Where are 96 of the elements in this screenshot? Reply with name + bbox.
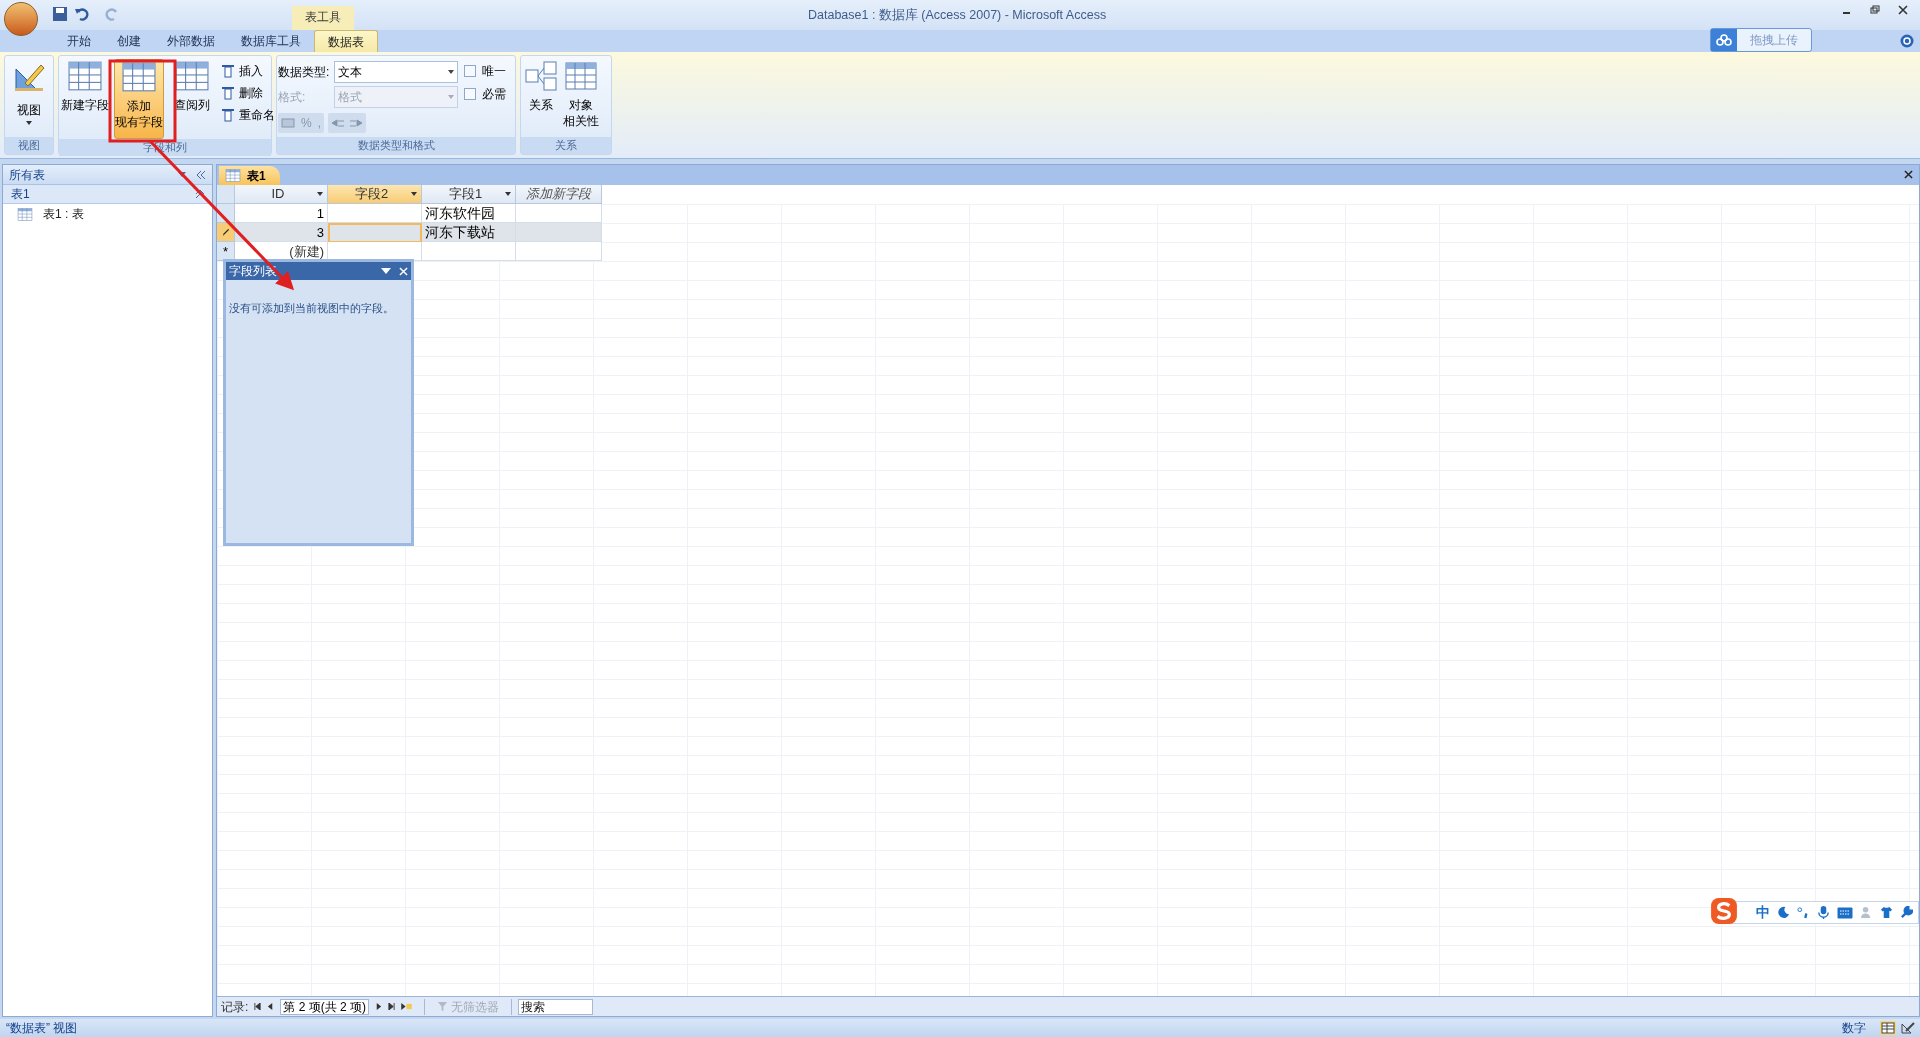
collapse-icon[interactable]: [196, 170, 206, 179]
shirt-icon[interactable]: [1880, 906, 1893, 919]
button-label: 添加: [126, 98, 152, 114]
currency-icon: [281, 117, 295, 129]
column-icon: [221, 86, 235, 100]
caret-icon: [26, 121, 32, 125]
ribbon-large-button[interactable]: 添加 现有字段: [114, 59, 164, 139]
button-label: 新建字段: [61, 97, 109, 113]
ime-mode[interactable]: 中: [1756, 902, 1770, 923]
dropdown-caret-icon[interactable]: [381, 268, 391, 274]
button-label: 关系: [529, 97, 553, 113]
group-label: 视图: [5, 137, 53, 154]
data-type-label: 数据类型:: [278, 64, 331, 81]
next-record-icon[interactable]: [375, 1003, 383, 1010]
context-tab-group: 表工具: [292, 6, 354, 30]
ribbon-large-button[interactable]: 关系: [522, 59, 560, 113]
save-icon[interactable]: [52, 6, 68, 22]
column-header[interactable]: 字段1: [422, 185, 516, 204]
ime-logo-icon[interactable]: [1710, 897, 1738, 925]
close-icon[interactable]: [1898, 5, 1908, 15]
ribbon-large-button[interactable]: 对象 相关性: [560, 59, 602, 129]
office-button[interactable]: [4, 2, 38, 36]
datasheet-view-icon[interactable]: [1880, 1021, 1896, 1035]
dropdown-caret-icon: [448, 95, 454, 99]
punctuation-icon[interactable]: [1797, 906, 1810, 919]
close-icon[interactable]: [1904, 170, 1913, 179]
status-text: “数据表” 视图: [6, 1020, 79, 1037]
table-link-icon: [565, 61, 597, 91]
dropdown-caret-icon: [448, 70, 454, 74]
column-header[interactable]: 字段2: [328, 185, 422, 204]
cloud-icon: [1716, 34, 1732, 46]
button-label: 现有字段: [115, 114, 163, 130]
previous-record-icon[interactable]: [267, 1003, 275, 1010]
help-icon[interactable]: [1900, 34, 1914, 48]
empty-message: 没有可添加到当前视图中的字段。: [228, 301, 395, 316]
relationships-icon: [525, 61, 557, 91]
record-position-field[interactable]: 第 2 项(共 2 项): [280, 998, 370, 1015]
ribbon-small-button[interactable]: 插入: [221, 61, 275, 81]
ribbon-tab[interactable]: 创建: [104, 30, 154, 52]
microphone-icon[interactable]: [1817, 905, 1830, 920]
checkbox-label: 唯一: [482, 63, 506, 80]
ribbon-small-button[interactable]: 重命名: [221, 105, 275, 125]
button-label: 相关性: [563, 113, 599, 129]
dropdown-caret-icon[interactable]: [411, 192, 417, 196]
dropdown-caret-icon[interactable]: [317, 192, 323, 196]
pane-title: 所有表: [9, 166, 46, 184]
last-record-icon[interactable]: [388, 1003, 396, 1010]
row-selector[interactable]: [217, 223, 235, 242]
column-header[interactable]: 添加新字段: [516, 185, 602, 204]
format-label: 格式:: [278, 89, 307, 106]
column-icon: [221, 108, 235, 122]
table-cell[interactable]: [328, 204, 422, 223]
undo-icon[interactable]: [74, 6, 90, 22]
table-icon: [17, 207, 33, 221]
table-icon: [225, 169, 241, 182]
group-label: 关系: [521, 137, 611, 154]
window-title: Database1 : 数据库 (Access 2007) - Microsoft Access: [808, 7, 1107, 24]
view-button[interactable]: 视图: [6, 59, 52, 125]
new-row-marker: *: [217, 242, 235, 261]
ribbon-large-button[interactable]: 新建字段: [60, 59, 110, 139]
status-text: 数字: [1842, 1020, 1866, 1037]
first-record-icon[interactable]: [254, 1003, 262, 1010]
table-row[interactable]: 1 河东软件园: [217, 204, 602, 223]
table-icon: [122, 62, 156, 92]
funnel-icon: [437, 1001, 449, 1012]
restore-icon[interactable]: [1870, 5, 1880, 15]
table-icon: [68, 61, 102, 91]
moon-icon[interactable]: [1777, 906, 1790, 919]
design-view-icon[interactable]: [1900, 1021, 1916, 1035]
search-field[interactable]: 搜索: [518, 998, 594, 1015]
group-label: 数据类型和格式: [277, 137, 515, 154]
collapse-up-icon[interactable]: [196, 190, 204, 198]
decrease-decimal-icon: [349, 117, 363, 129]
ribbon-tab[interactable]: 数据表: [314, 30, 378, 52]
button-label: 对象: [568, 97, 594, 113]
checkbox[interactable]: [464, 88, 476, 100]
ribbon-tab[interactable]: 开始: [54, 30, 104, 52]
keyboard-icon[interactable]: [1837, 906, 1853, 919]
ribbon-tab[interactable]: 外部数据: [154, 30, 228, 52]
checkbox-label: 必需: [482, 86, 506, 103]
checkbox[interactable]: [464, 65, 476, 77]
data-type-dropdown[interactable]: 文本: [334, 61, 458, 83]
wrench-icon[interactable]: [1900, 906, 1913, 919]
ribbon-small-button[interactable]: 删除: [221, 83, 275, 103]
table-icon: [175, 61, 209, 91]
column-header[interactable]: ID: [235, 185, 328, 204]
document-tab[interactable]: 表1: [219, 166, 280, 185]
nav-item[interactable]: 表1 : 表: [3, 204, 212, 224]
ribbon-tab[interactable]: 数据库工具: [228, 30, 314, 52]
dropdown-caret-icon[interactable]: [505, 192, 511, 196]
pencil-icon: [221, 227, 230, 237]
column-icon: [221, 64, 235, 78]
record-label: 记录:: [221, 998, 249, 1016]
new-record-icon[interactable]: [401, 1003, 413, 1010]
table-row[interactable]: 3 河东下载站: [217, 223, 602, 242]
increase-decimal-icon: [331, 117, 345, 129]
